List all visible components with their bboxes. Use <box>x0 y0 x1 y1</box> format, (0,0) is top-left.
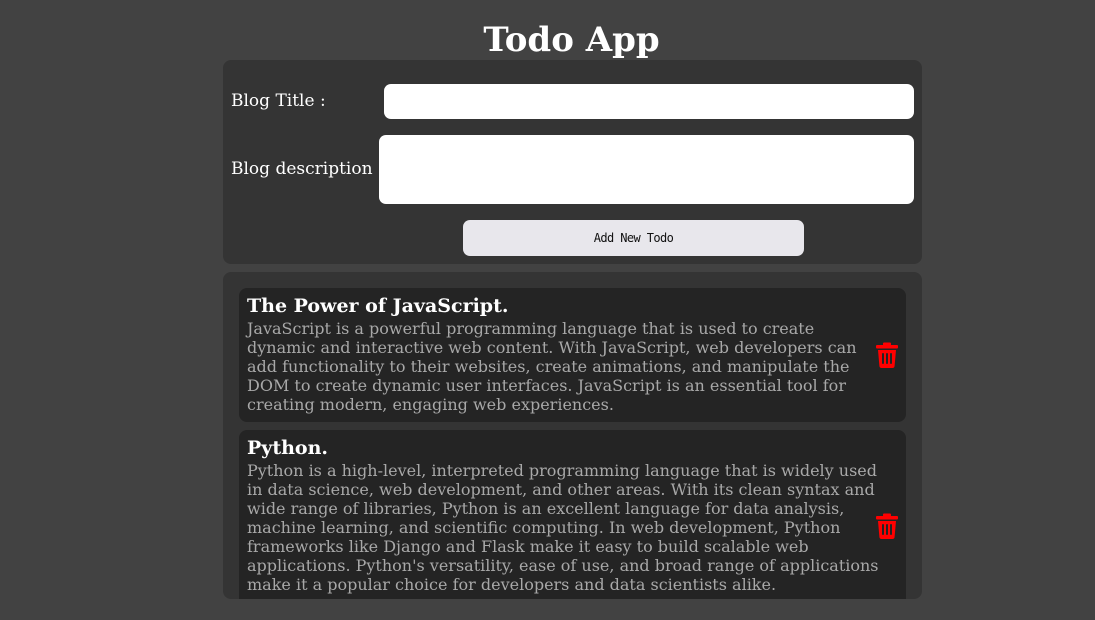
blog-title-input[interactable] <box>384 84 914 119</box>
todo-list[interactable]: The Power of JavaScript. JavaScript is a… <box>223 272 922 599</box>
trash-icon[interactable] <box>876 342 898 368</box>
page-title: Todo App <box>483 20 660 60</box>
blog-description-input[interactable] <box>379 135 914 204</box>
todo-form: Blog Title : Blog description : Add New … <box>223 60 922 264</box>
todo-item: Python. Python is a high-level, interpre… <box>239 430 906 599</box>
todo-title: The Power of JavaScript. <box>247 295 509 317</box>
todo-title: Python. <box>247 437 329 459</box>
blog-description-label: Blog description : <box>231 159 384 179</box>
trash-icon[interactable] <box>876 513 898 539</box>
todo-description: JavaScript is a powerful programming lan… <box>247 319 857 414</box>
todo-item: The Power of JavaScript. JavaScript is a… <box>239 288 906 422</box>
blog-title-label: Blog Title : <box>231 91 326 111</box>
todo-description: Python is a high-level, interpreted prog… <box>247 461 879 594</box>
add-new-todo-button[interactable]: Add New Todo <box>463 220 804 256</box>
